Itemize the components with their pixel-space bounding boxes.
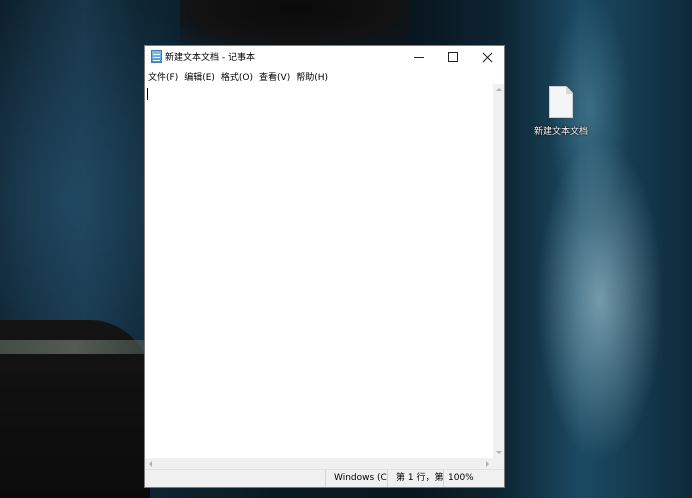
minimize-button[interactable] — [402, 46, 436, 68]
menu-edit[interactable]: 编辑(E) — [181, 70, 218, 83]
vertical-scrollbar[interactable] — [493, 84, 504, 458]
text-caret — [147, 88, 148, 100]
text-editor[interactable] — [145, 84, 493, 458]
menu-help[interactable]: 帮助(H) — [293, 70, 331, 83]
notepad-icon — [151, 50, 162, 63]
close-button[interactable] — [470, 46, 504, 68]
menu-bar: 文件(F) 编辑(E) 格式(O) 查看(V) 帮助(H) — [145, 68, 504, 84]
menu-file[interactable]: 文件(F) — [145, 70, 181, 83]
scroll-down-icon[interactable] — [496, 451, 502, 454]
desktop-background: 新建文本文档 新建文本文档 - 记事本 文件(F) 编辑(E) 格式(O) 查看… — [0, 0, 692, 498]
close-icon — [482, 52, 493, 63]
scrollbar-corner — [493, 458, 504, 469]
maximize-button[interactable] — [436, 46, 470, 68]
maximize-icon — [448, 52, 458, 62]
minimize-icon — [414, 56, 424, 58]
text-file-icon — [549, 86, 573, 118]
desktop-icon-label: 新建文本文档 — [533, 127, 588, 137]
scroll-left-icon[interactable] — [149, 461, 152, 467]
scroll-up-icon[interactable] — [496, 88, 502, 91]
desktop-icon-text-file[interactable]: 新建文本文档 — [530, 86, 592, 142]
horizontal-scrollbar[interactable] — [145, 458, 493, 469]
menu-view[interactable]: 查看(V) — [256, 70, 293, 83]
scroll-right-icon[interactable] — [486, 461, 489, 467]
status-zoom: 100% — [443, 470, 504, 487]
status-cursor-position: 第 1 行，第 — [387, 470, 443, 487]
wallpaper-light-band — [0, 340, 150, 354]
title-bar[interactable]: 新建文本文档 - 记事本 — [145, 46, 504, 68]
menu-format[interactable]: 格式(O) — [218, 70, 256, 83]
notepad-window[interactable]: 新建文本文档 - 记事本 文件(F) 编辑(E) 格式(O) 查看(V) 帮助(… — [144, 45, 505, 488]
status-encoding: Windows (C — [325, 470, 387, 487]
window-title: 新建文本文档 - 记事本 — [165, 53, 255, 63]
status-bar: Windows (C 第 1 行，第 100% — [145, 469, 504, 487]
wallpaper-shadow-top — [180, 0, 410, 46]
